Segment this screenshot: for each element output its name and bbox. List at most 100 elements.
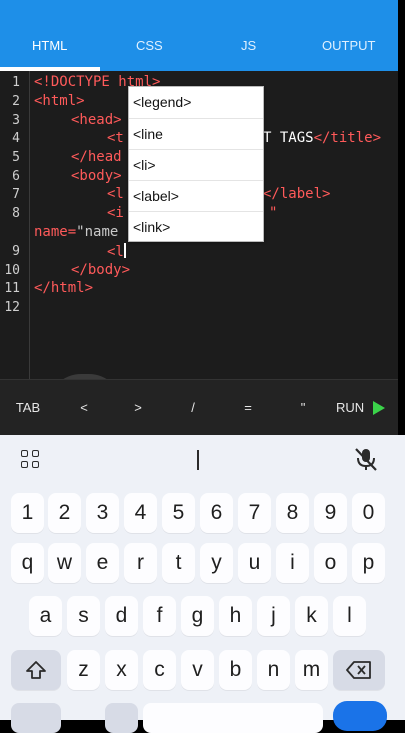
key-w[interactable]: w [48, 543, 81, 583]
greater-than-key[interactable]: > [120, 380, 156, 436]
name-attribute: name= [34, 224, 77, 240]
key-r[interactable]: r [124, 543, 157, 583]
key-y[interactable]: y [200, 543, 233, 583]
key-z[interactable]: z [67, 650, 100, 690]
key-6[interactable]: 6 [200, 493, 233, 533]
line-number: 1 [12, 75, 20, 90]
key-u[interactable]: u [238, 543, 271, 583]
key-h[interactable]: h [219, 596, 252, 636]
tab-output[interactable]: OUTPUT [322, 38, 375, 53]
backspace-key[interactable] [333, 650, 385, 690]
key-5[interactable]: 5 [162, 493, 195, 533]
line-number: 7 [12, 187, 20, 202]
key-o[interactable]: o [314, 543, 347, 583]
backspace-icon [346, 661, 371, 679]
key-j[interactable]: j [257, 596, 290, 636]
line-number: 6 [12, 169, 20, 184]
autocomplete-item-legend[interactable]: <legend> [129, 87, 263, 117]
code-line-10: </body> [71, 262, 131, 278]
equals-key[interactable]: = [230, 380, 266, 436]
gutter-divider [29, 71, 30, 379]
line-number: 10 [4, 263, 20, 278]
space-key[interactable] [143, 703, 323, 733]
enter-key[interactable] [333, 701, 387, 731]
tab-bar: HTML CSS JS OUTPUT [0, 0, 398, 71]
tab-js[interactable]: JS [241, 38, 256, 53]
run-button[interactable]: RUN [336, 380, 364, 436]
autocomplete-popup: <legend> <line <li> <label> <link> [128, 86, 264, 242]
input-cursor-icon [197, 450, 199, 470]
line-number: 8 [12, 206, 20, 221]
key-x[interactable]: x [105, 650, 138, 690]
symbols-key[interactable] [11, 703, 61, 733]
key-k[interactable]: k [295, 596, 328, 636]
key-p[interactable]: p [352, 543, 385, 583]
key-d[interactable]: d [105, 596, 138, 636]
mic-off-icon[interactable] [352, 445, 380, 473]
code-line-2: <html> [34, 93, 85, 109]
key-l[interactable]: l [333, 596, 366, 636]
line-number: 9 [12, 244, 20, 259]
key-9[interactable]: 9 [314, 493, 347, 533]
autocomplete-item-li[interactable]: <li> [129, 149, 263, 179]
line-number: 2 [12, 94, 20, 109]
key-f[interactable]: f [143, 596, 176, 636]
key-e[interactable]: e [86, 543, 119, 583]
tab-css[interactable]: CSS [136, 38, 163, 53]
soft-keyboard: 1 2 3 4 5 6 7 8 9 0 q w e r t y u i o p … [0, 435, 405, 733]
name-attribute-value: "name [76, 224, 119, 240]
code-line-5: </head [71, 149, 122, 165]
text-caret [123, 243, 126, 258]
keyboard-toolbar [0, 435, 405, 483]
code-line-4-open: <t [107, 130, 124, 146]
key-8[interactable]: 8 [276, 493, 309, 533]
line-number: 4 [12, 131, 20, 146]
code-line-9: <l [107, 243, 126, 260]
code-line-7-open: <l [107, 186, 124, 202]
key-4[interactable]: 4 [124, 493, 157, 533]
line-number: 3 [12, 113, 20, 128]
tab-key[interactable]: TAB [8, 380, 48, 436]
play-icon[interactable] [373, 401, 385, 415]
code-line-8-string: " [269, 205, 278, 221]
key-s[interactable]: s [67, 596, 100, 636]
code-line-6: <body> [71, 168, 122, 184]
code-line-3: <head> [71, 112, 122, 128]
key-3[interactable]: 3 [86, 493, 119, 533]
emoji-key[interactable] [105, 703, 138, 733]
shift-icon [26, 661, 46, 679]
code-line-8-wrap: name="name [34, 224, 118, 240]
key-m[interactable]: m [295, 650, 328, 690]
key-2[interactable]: 2 [48, 493, 81, 533]
code-line-11: </html> [34, 280, 94, 296]
line-number: 12 [4, 300, 20, 315]
code-line-8-open: <i [107, 205, 124, 221]
title-close-tag: </title> [313, 130, 382, 146]
key-t[interactable]: t [162, 543, 195, 583]
autocomplete-item-line[interactable]: <line [129, 118, 263, 148]
quote-key[interactable]: " [285, 380, 321, 436]
key-n[interactable]: n [257, 650, 290, 690]
line-number: 5 [12, 150, 20, 165]
key-b[interactable]: b [219, 650, 252, 690]
key-7[interactable]: 7 [238, 493, 271, 533]
slash-key[interactable]: / [175, 380, 211, 436]
key-c[interactable]: c [143, 650, 176, 690]
key-0[interactable]: 0 [352, 493, 385, 533]
key-v[interactable]: v [181, 650, 214, 690]
title-text: T TAGS [263, 130, 314, 146]
code-line-4-tail: T TAGS</title> [263, 130, 381, 146]
key-i[interactable]: i [276, 543, 309, 583]
key-g[interactable]: g [181, 596, 214, 636]
typed-partial-tag: <l [107, 244, 124, 260]
shift-key[interactable] [11, 650, 61, 690]
autocomplete-item-label[interactable]: <label> [129, 180, 263, 210]
key-1[interactable]: 1 [11, 493, 44, 533]
key-q[interactable]: q [11, 543, 44, 583]
autocomplete-item-link[interactable]: <link> [129, 211, 263, 241]
apps-grid-icon[interactable] [21, 450, 41, 470]
key-a[interactable]: a [29, 596, 62, 636]
symbol-bar: TAB < > / = " RUN [0, 379, 398, 436]
tab-html[interactable]: HTML [32, 38, 67, 53]
less-than-key[interactable]: < [66, 380, 102, 436]
